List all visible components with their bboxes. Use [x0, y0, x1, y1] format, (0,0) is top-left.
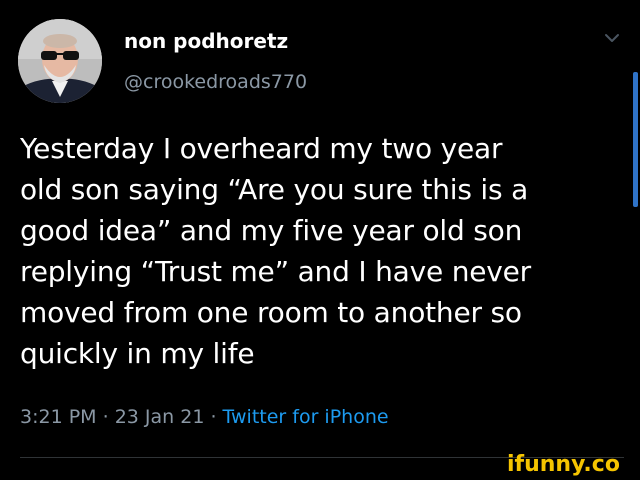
tweet-card: non podhoretz @crookedroads770 Yesterday… [0, 0, 640, 480]
user-avatar-icon [18, 19, 102, 103]
author-avatar[interactable] [18, 19, 102, 103]
tweet-date[interactable]: 23 Jan 21 [115, 406, 205, 428]
scrollbar[interactable] [633, 72, 638, 207]
tweet-time[interactable]: 3:21 PM [20, 406, 97, 428]
tweet-text-line: Yesterday I overheard my two year [20, 132, 503, 165]
tweet-text-line: replying “Trust me” and I have never [20, 255, 531, 288]
author-handle[interactable]: @crookedroads770 [124, 71, 307, 93]
meta-separator: · [204, 406, 223, 428]
tweet-text-line: moved from one room to another so [20, 296, 522, 329]
author-display-name[interactable]: non podhoretz [124, 29, 288, 53]
tweet-metadata: 3:21 PM · 23 Jan 21 · Twitter for iPhone [20, 406, 389, 428]
chevron-down-icon[interactable] [602, 30, 622, 46]
tweet-text-line: old son saying “Are you sure this is a [20, 173, 529, 206]
watermark-text: ifunny.co [507, 452, 620, 477]
tweet-text-line: good idea” and my five year old son [20, 214, 523, 247]
meta-separator: · [96, 406, 115, 428]
ifunny-watermark: ifunny.co [507, 452, 620, 477]
tweet-text-line: quickly in my life [20, 337, 255, 370]
tweet-text: Yesterday I overheard my two year old so… [20, 128, 616, 374]
tweet-source-link[interactable]: Twitter for iPhone [223, 406, 389, 428]
